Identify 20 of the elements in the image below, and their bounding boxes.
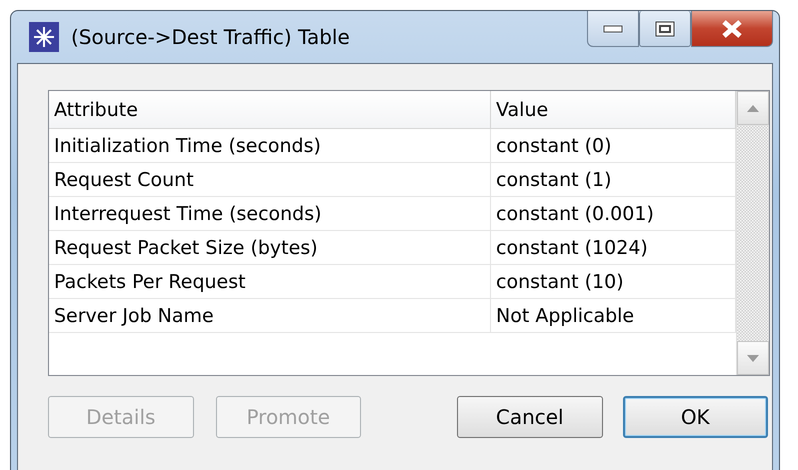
maximize-icon[interactable] <box>655 20 675 36</box>
table-cell: Packets Per Request <box>49 265 491 299</box>
column-header[interactable]: Value <box>491 91 736 129</box>
close-icon[interactable] <box>720 18 744 38</box>
maximize-button[interactable] <box>639 11 691 47</box>
column-header[interactable]: Attribute <box>49 91 491 129</box>
minimize-icon[interactable] <box>603 24 623 32</box>
scrollbar[interactable] <box>736 91 769 375</box>
minimize-button[interactable] <box>587 11 639 47</box>
table-cell: Interrequest Time (seconds) <box>49 197 491 231</box>
scroll-down-icon[interactable] <box>737 341 769 375</box>
dialog-button[interactable]: Cancel <box>457 396 602 438</box>
table-cell: Initialization Time (seconds) <box>49 129 491 163</box>
window-title: (Source->Dest Traffic) Table <box>71 25 351 49</box>
table-cell: Request Count <box>49 163 491 197</box>
close-button[interactable] <box>691 11 773 47</box>
table-cell: Request Packet Size (bytes) <box>49 231 491 265</box>
scroll-up-icon[interactable] <box>737 91 769 125</box>
table-cell: Server Job Name <box>49 299 491 333</box>
dialog-button[interactable]: OK <box>622 396 768 438</box>
